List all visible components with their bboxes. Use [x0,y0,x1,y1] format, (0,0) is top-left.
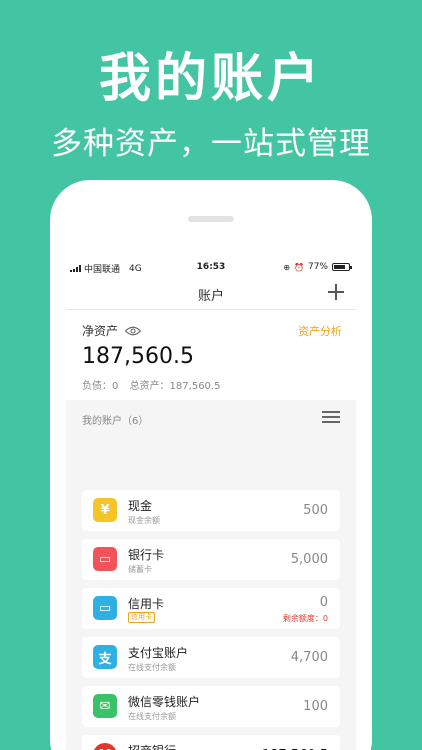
nav-bar: 账户 [66,276,356,310]
account-balance: 0 [319,595,328,610]
accounts-count-label: 我的账户（6） [82,416,149,427]
account-balance: 500 [303,503,328,518]
account-subtitle: 储蓄卡 [128,565,152,574]
list-icon[interactable] [322,410,340,424]
credit-card-icon: ▭ [93,596,117,620]
credit-remaining: 剩余额度：0 [282,614,328,623]
account-card[interactable]: M招商银行储蓄卡187,560.5 [82,735,340,750]
asset-summary: 净资产 资产分析 187,560.5 负债：0 总资产：187,560.5 [66,310,356,400]
account-subtitle: 在线支付余额 [128,712,176,721]
bank-card-icon: ▭ [93,547,117,571]
account-name: 现金 [128,499,153,513]
wechat-icon: ✉ [93,694,117,718]
page-title: 账户 [197,289,224,304]
battery-icon [332,263,352,271]
account-name: 支付宝账户 [128,646,189,660]
phone-speaker [188,216,234,222]
account-subtitle: 现金余额 [128,516,160,525]
account-balance: 100 [303,699,328,714]
debt-total-line: 负债：0 总资产：187,560.5 [82,377,220,392]
promo-title: 我的账户 [98,49,323,109]
account-name: 银行卡 [128,548,165,562]
accounts-header: 我的账户（6） [66,400,356,430]
account-subtitle: 在线支付余额 [128,663,176,672]
debt-value: 负债：0 [82,381,119,392]
total-assets-value: 总资产：187,560.5 [129,381,221,392]
net-assets-value: 187,560.5 [82,344,194,369]
alipay-icon: 支 [93,645,117,669]
asset-analysis-link[interactable]: 资产分析 [298,323,342,339]
account-type-badge: 信用卡 [128,612,155,623]
rotation-lock-icon: ⊕ [283,262,291,272]
phone-frame: 中国联通 4G 16:53 ⊕ ⏰ 77% 账户 净资产 资产分析 187,56… [50,180,372,750]
account-card[interactable]: ✉ 微信零钱账户在线支付余额 100 [82,686,340,727]
account-name: 信用卡 [128,597,165,611]
net-assets-header: 净资产 [82,322,142,339]
account-balance: 4,700 [290,650,328,665]
promo-subtitle: 多种资产，一站式管理 [51,126,371,162]
account-name: 招商银行 [128,742,176,750]
app-screen: 中国联通 4G 16:53 ⊕ ⏰ 77% 账户 净资产 资产分析 187,56… [66,260,356,750]
cash-icon: ¥ [93,498,117,522]
account-card[interactable]: ▭ 银行卡储蓄卡 5,000 [82,539,340,580]
eye-icon[interactable] [124,326,142,336]
account-card[interactable]: 支支付宝账户在线支付余额 4,700 [82,637,340,678]
cmb-bank-icon: M [93,743,117,750]
account-card[interactable]: ¥ 现金现金余额 500 [82,490,340,531]
net-assets-label: 净资产 [82,324,119,338]
account-card[interactable]: ▭ 信用卡 信用卡 0 剩余额度：0 [82,588,340,629]
battery-percent: 77% [307,262,328,272]
status-bar: 中国联通 4G 16:53 ⊕ ⏰ 77% [66,260,356,276]
account-balance: 5,000 [290,552,328,567]
plus-icon[interactable] [324,280,348,304]
alarm-icon: ⏰ [294,262,304,272]
account-name: 微信零钱账户 [128,695,201,709]
